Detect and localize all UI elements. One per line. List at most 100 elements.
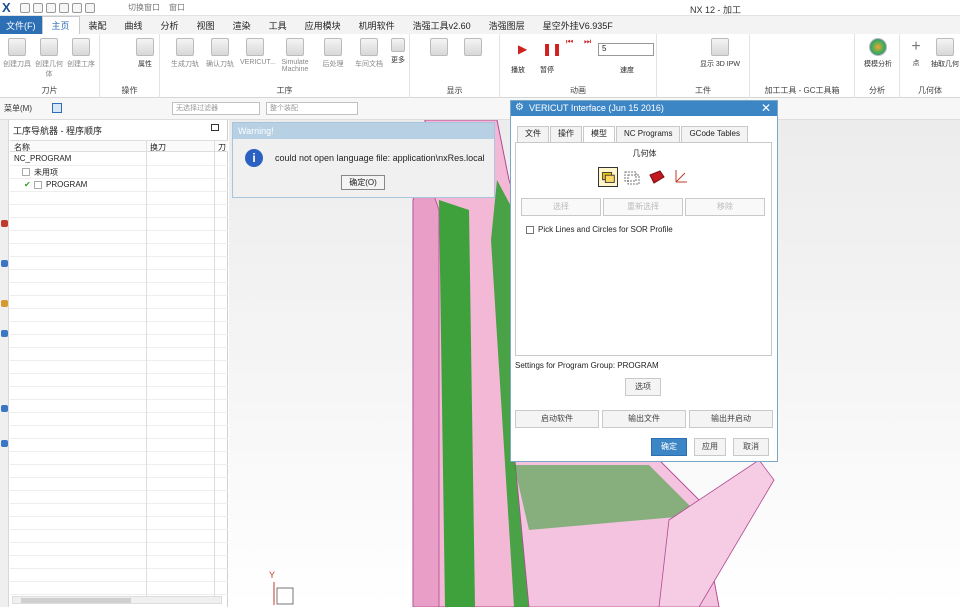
tab-xingkong[interactable]: 星空外挂V6.935F	[534, 16, 622, 34]
window-menu-button[interactable]: 窗口	[169, 2, 185, 13]
tab-model[interactable]: 模型	[583, 126, 615, 142]
extract-geometry-icon	[936, 38, 954, 56]
tab-haoqiang-tools[interactable]: 浩强工具v2.60	[404, 16, 480, 34]
simulate-machine-button[interactable]: Simulate Machine	[280, 38, 310, 73]
menu-button[interactable]: 菜单(M)	[4, 103, 32, 114]
tree-row-empty	[10, 556, 228, 569]
assembly-filter-select[interactable]: 整个装配	[266, 102, 358, 115]
play-icon[interactable]: ▶	[518, 42, 527, 56]
tab-nc-programs[interactable]: NC Programs	[616, 126, 681, 142]
tab-curve[interactable]: 曲线	[116, 16, 152, 34]
tab-jiming[interactable]: 机明软件	[350, 16, 404, 34]
save-icon[interactable]	[20, 2, 30, 13]
column-divider	[146, 140, 147, 600]
post-process-button[interactable]: 后处理	[318, 38, 348, 69]
ok-button[interactable]: 确定	[651, 438, 687, 456]
undo-icon[interactable]	[33, 2, 43, 13]
tree-row-empty	[10, 244, 228, 257]
resource-icon-5[interactable]	[1, 405, 8, 412]
coordinate-system-icon[interactable]	[670, 167, 690, 187]
reselect-button[interactable]: 重新选择	[603, 198, 683, 216]
warning-ok-button[interactable]: 确定(O)	[341, 175, 385, 190]
display-tools-b[interactable]	[458, 38, 488, 59]
point-button[interactable]: + 点	[902, 38, 930, 68]
export-and-launch-button[interactable]: 输出并启动	[689, 410, 773, 428]
close-icon[interactable]: ✕	[761, 101, 771, 115]
tab-render[interactable]: 渲染	[224, 16, 260, 34]
tree-row[interactable]: NC_PROGRAM	[10, 153, 228, 166]
vericut-button[interactable]: VERICUT...	[240, 38, 276, 66]
select-icon[interactable]	[52, 103, 62, 113]
speed-select[interactable]: 5	[598, 43, 654, 56]
column-name[interactable]: 名称	[14, 142, 30, 153]
tab-operation[interactable]: 操作	[550, 126, 582, 142]
selection-toolbar: 菜单(M) 无选择过滤器 整个装配	[0, 98, 960, 120]
resource-icon-1[interactable]	[1, 220, 8, 227]
show-3d-ipw-button[interactable]: 显示 3D IPW	[697, 38, 743, 69]
post-process-icon	[324, 38, 342, 56]
ribbon-group-display: 显示	[410, 34, 500, 98]
tree-row[interactable]: 未用项	[10, 166, 228, 179]
scroll-thumb[interactable]	[21, 598, 131, 603]
checkbox-box[interactable]	[526, 225, 534, 234]
stock-geometry-icon[interactable]	[598, 167, 618, 187]
options-button[interactable]: 选项	[625, 378, 661, 396]
tab-gcode-tables[interactable]: GCode Tables	[681, 126, 749, 142]
resource-icon-3[interactable]	[1, 300, 8, 307]
more-button[interactable]: 更多	[386, 38, 410, 65]
create-operation-button[interactable]: 创建工序	[66, 38, 96, 69]
sor-profile-checkbox[interactable]: Pick Lines and Circles for SOR Profile	[526, 225, 673, 234]
select-button[interactable]: 选择	[521, 198, 601, 216]
column-tool-change[interactable]: 换刀	[150, 142, 166, 153]
resource-icon-6[interactable]	[1, 440, 8, 447]
tab-tools[interactable]: 工具	[260, 16, 296, 34]
tab-applications[interactable]: 应用模块	[296, 16, 350, 34]
wireframe-geometry-icon[interactable]	[622, 167, 642, 187]
display-tools-a[interactable]	[424, 38, 454, 59]
step-forward-icon[interactable]: ⏭	[584, 37, 591, 47]
redo-icon[interactable]	[46, 2, 56, 13]
generate-toolpath-button[interactable]: 生成刀轨	[170, 38, 200, 69]
group-label-animation: 动画	[570, 86, 586, 95]
tab-home[interactable]: 主页	[41, 16, 80, 34]
create-tool-button[interactable]: 创建刀具	[2, 38, 32, 69]
play-label: 播放	[511, 67, 525, 74]
switch-window-button[interactable]: 切换窗口	[128, 2, 160, 13]
column-path[interactable]: 刀	[218, 142, 226, 153]
tab-analysis[interactable]: 分析	[152, 16, 188, 34]
paste-icon[interactable]	[85, 2, 95, 13]
launch-software-button[interactable]: 启动软件	[515, 410, 599, 428]
resource-icon-2[interactable]	[1, 260, 8, 267]
tree-row-empty	[10, 491, 228, 504]
tree-row[interactable]: ✔ PROGRAM	[10, 179, 228, 192]
apply-button[interactable]: 应用	[694, 438, 726, 456]
tree-row-empty	[10, 361, 228, 374]
mold-analysis-button[interactable]: 模模分析	[859, 38, 897, 69]
create-geometry-button[interactable]: 创建几何体	[34, 38, 64, 79]
warning-title: Warning!	[233, 123, 494, 139]
step-back-icon[interactable]: ⏮	[566, 37, 573, 47]
extract-geometry-button[interactable]: 抽取几何	[930, 38, 960, 69]
solid-geometry-icon[interactable]	[646, 167, 666, 187]
tab-file[interactable]: 文件	[517, 126, 549, 142]
pause-icon[interactable]: ❚❚	[542, 42, 562, 56]
vericut-interface-dialog: ⚙ VERICUT Interface (Jun 15 2016) ✕ 文件 操…	[510, 100, 778, 462]
type-filter-select[interactable]: 无选择过滤器	[172, 102, 260, 115]
properties-button[interactable]: 属性	[130, 38, 160, 69]
copy-icon[interactable]	[72, 2, 82, 13]
cancel-button[interactable]: 取消	[733, 438, 769, 456]
export-file-button[interactable]: 输出文件	[602, 410, 686, 428]
cut-icon[interactable]	[59, 2, 69, 13]
tab-view[interactable]: 视图	[188, 16, 224, 34]
file-menu[interactable]: 文件(F)	[0, 16, 42, 34]
maximize-icon[interactable]	[211, 124, 219, 131]
remove-button[interactable]: 移除	[685, 198, 765, 216]
navigator-scrollbar[interactable]	[12, 596, 222, 604]
tab-assembly[interactable]: 装配	[80, 16, 116, 34]
shop-documentation-button[interactable]: 车间文档	[354, 38, 384, 69]
resource-icon-4[interactable]	[1, 330, 8, 337]
verify-toolpath-button[interactable]: 确认刀轨	[205, 38, 235, 69]
warning-message: could not open language file: applicatio…	[275, 153, 485, 163]
tree-row-empty	[10, 192, 228, 205]
tab-haoqiang-layers[interactable]: 浩强图层	[480, 16, 534, 34]
